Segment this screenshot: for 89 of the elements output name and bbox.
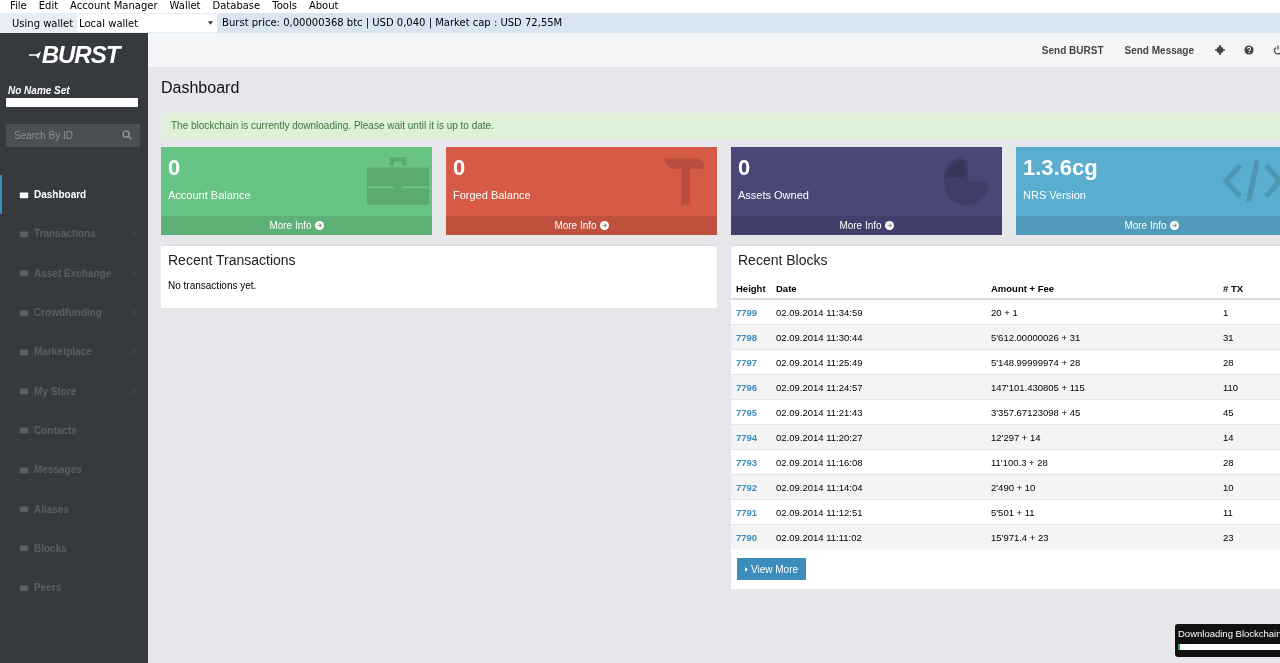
logo-text: BURST (41, 41, 120, 69)
power-icon[interactable] (1273, 45, 1280, 55)
page-title: Dashboard (161, 78, 241, 98)
empty-message: No transactions yet. (167, 279, 258, 293)
wallet-dropdown[interactable]: Local wallet (77, 14, 218, 32)
briefcase-icon (367, 155, 429, 207)
panel-title: Recent Blocks (737, 251, 829, 270)
search-field[interactable]: Search By ID (6, 124, 140, 147)
block-link[interactable]: 7793 (736, 456, 758, 468)
menu-item[interactable]: Edit (32, 0, 65, 13)
alert-message: The blockchain is currently downloading. Please wait until it is up to date. (161, 113, 1280, 139)
arrow-circle-icon (314, 221, 324, 230)
table-cell: 5'501 + 11 (991, 506, 1035, 518)
table-cell: 1 (1223, 306, 1229, 318)
caret-icon (745, 566, 748, 572)
table-cell: 02.09.2014 11:16:08 (776, 456, 863, 468)
arrow-circle-icon (1169, 221, 1179, 230)
menu-item[interactable]: Wallet (163, 0, 207, 13)
stat-value: 0 (168, 155, 182, 181)
table-cell: 3'357.67123098 + 45 (991, 406, 1081, 418)
column-header: Date (771, 278, 986, 299)
column-header: Amount + Fee (986, 278, 1218, 299)
table-cell: 11 (1223, 506, 1233, 518)
block-link[interactable]: 7791 (736, 506, 758, 518)
stat-value: 0 (738, 155, 752, 181)
nav-icon (19, 268, 29, 279)
menu-item[interactable]: File (4, 0, 33, 13)
wallet-label: Using wallet (11, 17, 75, 29)
menu-item[interactable]: Database (206, 0, 267, 13)
stat-value: 1.3.6cg (1023, 155, 1099, 181)
table-cell: 28 (1223, 356, 1234, 368)
table-cell: 10 (1223, 481, 1234, 493)
table-cell: 15'971.4 + 23 (991, 531, 1049, 543)
stat-label: Assets Owned (738, 189, 810, 201)
table-cell: 20 + 1 (991, 306, 1018, 318)
stat-value: 0 (453, 155, 467, 181)
table-cell: 02.09.2014 11:20:27 (776, 431, 863, 443)
nav-icon (19, 504, 29, 514)
arrow-circle-icon (599, 221, 609, 230)
table-cell: 2'490 + 10 (991, 481, 1036, 493)
view-more-button[interactable]: View More (737, 558, 807, 580)
table-cell: 02.09.2014 11:12:51 (776, 506, 863, 518)
table-cell: 28 (1223, 456, 1234, 468)
table-cell: 5'148.99999974 + 28 (991, 356, 1081, 368)
table-cell: 5'612.00000026 + 31 (991, 331, 1081, 343)
table-cell: 02.09.2014 11:21:43 (776, 406, 863, 418)
nav-icon (19, 386, 29, 397)
table-cell: 02.09.2014 11:24:57 (776, 381, 863, 393)
table-cell: 23 (1223, 531, 1234, 543)
table-cell: 02.09.2014 11:34:59 (776, 306, 863, 318)
stat-label: Account Balance (168, 189, 252, 201)
popup-title: Downloading Blockchain (1178, 628, 1280, 639)
block-link[interactable]: 7799 (736, 306, 758, 318)
table-cell: 02.09.2014 11:14:04 (776, 481, 863, 493)
logo-icon (28, 51, 41, 59)
price-ticker: Burst price: 0,00000368 btc | USD 0,040 | Market cap : USD 72,55M (218, 13, 1280, 33)
table-cell: 11'100.3 + 28 (991, 456, 1048, 468)
arrow-circle-icon (884, 221, 894, 230)
menu-item[interactable]: Tools (266, 0, 303, 13)
column-header: Height (731, 278, 771, 299)
header-link[interactable]: Send Message (1124, 44, 1194, 56)
table-cell: 110 (1223, 381, 1239, 393)
block-link[interactable]: 7795 (736, 406, 758, 418)
account-name: No Name Set (8, 85, 71, 96)
table-cell: 02.09.2014 11:30:44 (776, 331, 863, 343)
caret-icon (208, 21, 214, 25)
column-header: # TX (1218, 278, 1280, 299)
table-cell: 02.09.2014 11:25:49 (776, 356, 863, 368)
more-info-link[interactable]: More Info (1016, 216, 1280, 235)
stat-label: Forged Balance (453, 189, 532, 201)
block-link[interactable]: 7797 (736, 356, 758, 368)
more-info-link[interactable]: More Info (731, 216, 1002, 235)
nav-icon (19, 543, 29, 554)
table-cell: 02.09.2014 11:11:02 (776, 531, 862, 543)
table-cell: 45 (1223, 406, 1234, 418)
table-cell: 31 (1223, 331, 1234, 343)
help-icon[interactable] (1244, 45, 1254, 55)
table-cell: 12'297 + 14 (991, 431, 1041, 443)
panel-title: Recent Transactions (167, 251, 297, 270)
table-cell: 14 (1223, 431, 1234, 443)
menu-item[interactable]: Account Manager (64, 0, 164, 13)
header-link[interactable]: Send BURST (1041, 44, 1104, 56)
menu-item[interactable]: About (302, 0, 345, 13)
nav-icon (19, 425, 29, 436)
search-icon (122, 130, 132, 140)
more-info-link[interactable]: More Info (446, 216, 717, 235)
stat-label: NRS Version (1023, 189, 1087, 201)
more-info-link[interactable]: More Info (161, 216, 432, 235)
table-cell: 147'101.430805 + 115 (991, 381, 1085, 393)
